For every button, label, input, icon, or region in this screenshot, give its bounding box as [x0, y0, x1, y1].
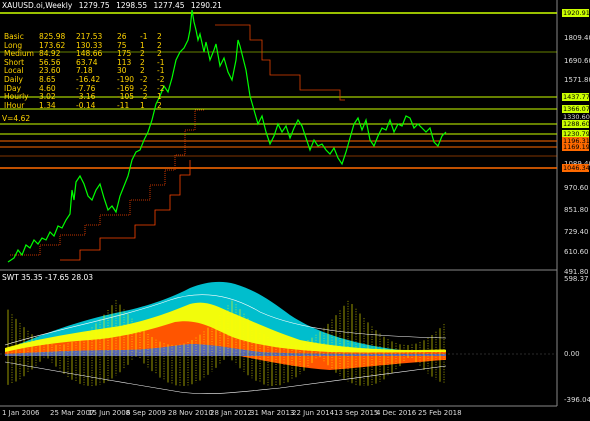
price-level-tag: 1366.07	[562, 105, 590, 113]
date-axis-label: 22 Jun 2014	[292, 409, 335, 417]
v-value-label: V=4.62	[2, 114, 31, 123]
low-value: 1277.45	[153, 1, 185, 10]
stats-cell: 1.34	[39, 100, 56, 110]
stats-row: IHour 1.34 -0.14 -11 1 2	[4, 100, 167, 111]
date-axis-label: 28 Jan 2012	[210, 409, 252, 417]
date-axis-label: 6 Sep 2009	[126, 409, 166, 417]
date-axis-label: 31 Mar 2013	[250, 409, 295, 417]
date-axis-label: 4 Dec 2016	[376, 409, 417, 417]
chart-window[interactable]: XAUUSD.oi,Weekly 1279.75 1298.55 1277.45…	[0, 0, 590, 421]
date-axis-label: 13 Sep 2015	[334, 409, 379, 417]
stats-cell: 2	[157, 100, 162, 110]
price-level-tag: 1169.19	[562, 143, 590, 151]
stats-cell: -11	[117, 100, 130, 110]
date-axis-label: 15 Jun 2008	[88, 409, 131, 417]
lower-step-line-1	[10, 109, 205, 256]
open-value: 1279.75	[78, 1, 110, 10]
close-value: 1290.21	[190, 1, 222, 10]
chart-title: XAUUSD.oi,Weekly 1279.75 1298.55 1277.45…	[2, 1, 226, 10]
stats-cell: 1	[140, 100, 145, 110]
stats-cell: -0.14	[76, 100, 96, 110]
price-level-tag: 1046.34	[562, 164, 590, 172]
date-axis-label: 28 Nov 2010	[168, 409, 213, 417]
price-level-tag: 1920.91	[562, 9, 590, 17]
timeframe-stats-table: Basic 825.98 217.53 26 -1 2 Long 173.62 130.33 75…	[4, 32, 167, 111]
price-level-tag: 1288.60	[562, 120, 590, 128]
lower-step-line-2	[60, 160, 191, 261]
upper-step-line	[215, 24, 345, 101]
high-value: 1298.55	[116, 1, 148, 10]
symbol-label: XAUUSD.oi,Weekly	[2, 1, 73, 10]
stats-row-label: IHour	[4, 100, 25, 110]
date-axis-label: 25 Feb 2018	[418, 409, 462, 417]
swt-title: SWT 35.35 -17.65 28.03	[2, 273, 94, 282]
price-level-tag: 1437.77	[562, 93, 590, 101]
wave-orange-lower	[240, 356, 446, 370]
date-axis-label: 1 Jan 2006	[2, 409, 40, 417]
